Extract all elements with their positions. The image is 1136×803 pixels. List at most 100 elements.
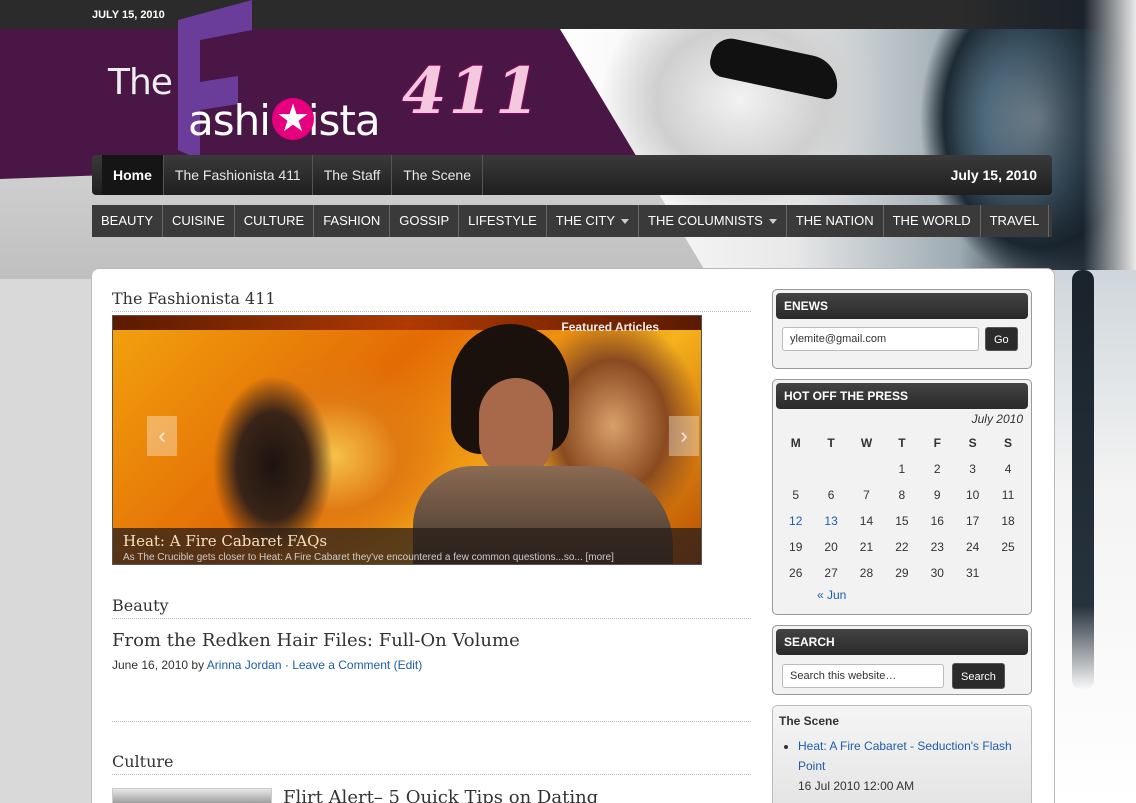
featured-slider[interactable]: Featured Articles ‹ › Heat: A Fire Cabar… bbox=[112, 315, 702, 565]
nav-home[interactable]: Home bbox=[102, 155, 164, 195]
author-link[interactable]: Arinna Jordan bbox=[207, 658, 282, 672]
calendar-day: 24 bbox=[965, 540, 980, 554]
cat-label: THE CITY bbox=[555, 213, 615, 228]
nav-the-scene[interactable]: The Scene bbox=[392, 155, 484, 195]
calendar-day: 15 bbox=[895, 514, 909, 528]
cat-label: THE WORLD bbox=[892, 213, 971, 228]
go-button[interactable]: Go bbox=[985, 327, 1018, 351]
email-field[interactable]: ylemite@gmail.com bbox=[782, 327, 979, 351]
calendar-day: 26 bbox=[789, 566, 803, 580]
category-nav: BEAUTY CUISINE CULTURE FASHION GOSSIP LI… bbox=[92, 205, 1052, 237]
top-date: JULY 15, 2010 bbox=[92, 9, 165, 21]
calendar-weekdays: MTWTFSS bbox=[778, 430, 1026, 456]
cat-beauty[interactable]: BEAUTY bbox=[92, 205, 164, 237]
cat-travel[interactable]: TRAVEL bbox=[981, 205, 1050, 237]
calendar-empty-cell bbox=[990, 560, 1025, 586]
comment-link[interactable]: Leave a Comment bbox=[292, 658, 390, 672]
cat-label: FASHION bbox=[323, 213, 381, 228]
search-input[interactable]: Search this website… bbox=[782, 664, 944, 688]
section-title-beauty[interactable]: Beauty bbox=[112, 596, 751, 619]
cat-cuisine[interactable]: CUISINE bbox=[163, 205, 235, 237]
widget-title: ENEWS bbox=[776, 293, 1028, 319]
search-button[interactable]: Search bbox=[952, 663, 1005, 689]
cat-the-world[interactable]: THE WORLD bbox=[884, 205, 981, 237]
calendar-prev-link[interactable]: « Jun bbox=[773, 586, 1031, 610]
cat-the-city[interactable]: THE CITY bbox=[547, 205, 639, 237]
calendar-day: 3 bbox=[969, 462, 976, 476]
slider-next-icon[interactable]: › bbox=[669, 416, 699, 456]
logo-411[interactable]: 411 bbox=[402, 54, 542, 129]
calendar-day: 19 bbox=[789, 540, 803, 554]
scene-list: Heat: A Fire Cabaret - Seduction's Flash… bbox=[798, 736, 1025, 796]
calendar-week: 12 13 14 15 16 17 18 bbox=[778, 508, 1026, 534]
cat-label: THE NATION bbox=[795, 213, 874, 228]
nav-fashionista-411[interactable]: The Fashionista 411 bbox=[164, 155, 313, 195]
cat-label: CUISINE bbox=[172, 213, 225, 228]
cat-the-columnists[interactable]: THE COLUMNISTS bbox=[639, 205, 787, 237]
calendar-day: 22 bbox=[895, 540, 909, 554]
calendar-table: MTWTFSS 1 2 3 4 5 6 7 8 9 10 11 12 13 14 15 16 17 18 19 20 2… bbox=[778, 430, 1026, 586]
logo-the[interactable]: The bbox=[108, 62, 173, 103]
ink-splash-image bbox=[1052, 270, 1136, 803]
nav-the-staff[interactable]: The Staff bbox=[313, 155, 393, 195]
enews-widget: ENEWS ylemite@gmail.com Go bbox=[772, 289, 1032, 369]
calendar-day: 28 bbox=[859, 566, 874, 580]
star-icon bbox=[272, 96, 314, 140]
woman-face bbox=[479, 378, 553, 478]
calendar-day: 20 bbox=[824, 540, 838, 554]
calendar-day: 2 bbox=[933, 462, 941, 476]
cat-label: CULTURE bbox=[243, 213, 305, 228]
calendar-week: 26 27 28 29 30 31 bbox=[778, 560, 1026, 586]
scene-date: 16 Jul 2010 12:00 AM bbox=[798, 779, 915, 793]
featured-caption[interactable]: Heat: A Fire Cabaret FAQs As The Crucibl… bbox=[113, 528, 701, 564]
weekday-label: F bbox=[933, 436, 941, 450]
calendar-week: 19 20 21 22 23 24 25 bbox=[778, 534, 1026, 560]
widget-title: HOT OFF THE PRESS bbox=[776, 383, 1028, 409]
post-title[interactable]: Flirt Alert– 5 Quick Tips on Dating bbox=[283, 787, 598, 803]
weekday-label: S bbox=[968, 436, 977, 450]
calendar-caption: July 2010 bbox=[971, 412, 1023, 426]
calendar-day: 25 bbox=[1001, 540, 1015, 554]
weekday-label: T bbox=[898, 436, 906, 450]
scene-link[interactable]: Heat: A Fire Cabaret - Seduction's Flash… bbox=[798, 739, 1012, 773]
post-date: June 16, 2010 bbox=[112, 658, 189, 672]
calendar-widget: HOT OFF THE PRESS July 2010 MTWTFSS 1234… bbox=[772, 379, 1032, 615]
cat-the-nation[interactable]: THE NATION bbox=[787, 205, 884, 237]
scene-widget: The Scene Heat: A Fire Cabaret - Seducti… bbox=[772, 705, 1032, 803]
calendar-day[interactable]: 12 bbox=[778, 508, 813, 534]
post-by: by bbox=[191, 658, 205, 672]
edit-link[interactable]: (Edit) bbox=[394, 658, 423, 672]
calendar-empty-cell bbox=[778, 456, 813, 482]
cat-label: TRAVEL bbox=[989, 213, 1040, 228]
calendar-day: 8 bbox=[898, 488, 906, 502]
slider-prev-icon[interactable]: ‹ bbox=[147, 416, 177, 456]
calendar-day: 1 bbox=[898, 462, 906, 476]
cat-label: LIFESTYLE bbox=[468, 213, 537, 228]
calendar-day: 21 bbox=[859, 540, 874, 554]
calendar-week: 5 6 7 8 9 10 11 bbox=[778, 482, 1026, 508]
calendar-day: 29 bbox=[895, 566, 909, 580]
calendar-day: 18 bbox=[1001, 514, 1015, 528]
cat-label: GOSSIP bbox=[399, 213, 450, 228]
cat-lifestyle[interactable]: LIFESTYLE bbox=[459, 205, 547, 237]
section-title-culture[interactable]: Culture bbox=[112, 752, 751, 775]
post-divider bbox=[112, 721, 751, 722]
list-item: Heat: A Fire Cabaret - Seduction's Flash… bbox=[798, 736, 1025, 796]
cat-fashion[interactable]: FASHION bbox=[314, 205, 391, 237]
cat-gossip[interactable]: GOSSIP bbox=[390, 205, 460, 237]
calendar-day: 10 bbox=[965, 488, 980, 502]
meta-separator: · bbox=[284, 658, 289, 672]
widget-title: The Scene bbox=[779, 714, 840, 728]
calendar-week: 1 2 3 4 bbox=[778, 456, 1026, 482]
calendar-day: 6 bbox=[827, 488, 835, 502]
featured-caption-title[interactable]: Heat: A Fire Cabaret FAQs bbox=[123, 532, 691, 550]
calendar-day: 14 bbox=[859, 514, 874, 528]
cat-culture[interactable]: CULTURE bbox=[235, 205, 315, 237]
post-title[interactable]: From the Redken Hair Files: Full-On Volu… bbox=[112, 630, 520, 651]
search-widget: SEARCH Search this website… Search bbox=[772, 625, 1032, 695]
weekday-label: T bbox=[827, 436, 835, 450]
calendar-day: 4 bbox=[1004, 462, 1012, 476]
post-thumbnail[interactable] bbox=[112, 788, 272, 803]
widget-title: SEARCH bbox=[776, 629, 1028, 655]
calendar-day[interactable]: 13 bbox=[813, 508, 848, 534]
